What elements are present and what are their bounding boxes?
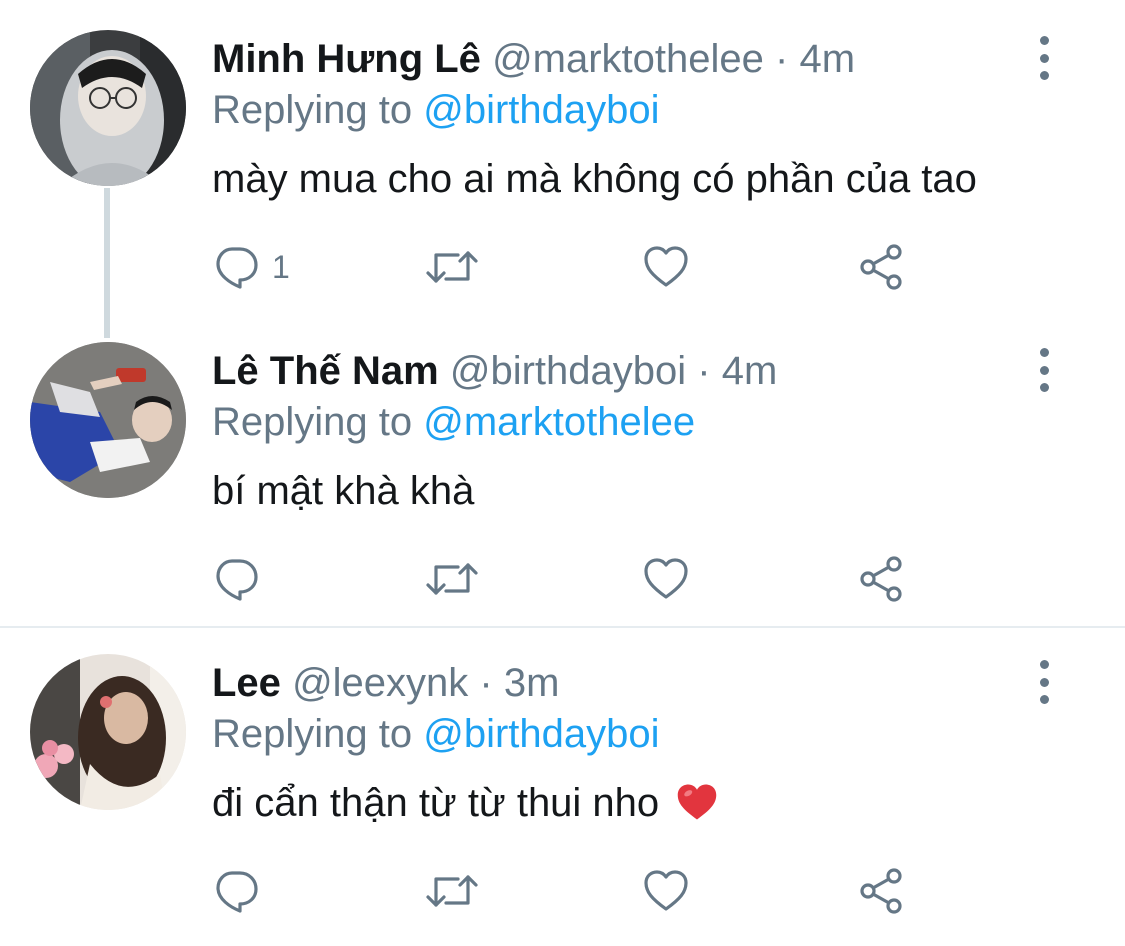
display-name[interactable]: Lê Thế Nam [212, 349, 439, 393]
reply-button[interactable] [212, 552, 260, 606]
user-handle[interactable]: @leexynk [292, 661, 468, 705]
replying-to-line: Replying to @marktothelee [212, 398, 695, 446]
reply-button[interactable] [212, 864, 260, 918]
like-button[interactable] [642, 240, 690, 294]
display-name[interactable]: Lee [212, 661, 281, 705]
action-bar: 1 [212, 240, 932, 294]
like-icon [644, 870, 688, 911]
tweet-text: bí mật khà khà [212, 469, 475, 513]
share-icon [860, 556, 902, 602]
tweet-header: Lee @leexynk · 3m [212, 658, 559, 708]
more-icon[interactable] [1026, 36, 1062, 80]
retweet-button[interactable] [424, 240, 480, 294]
reply-icon [216, 559, 258, 601]
avatar[interactable] [30, 654, 186, 810]
thread-line [104, 188, 110, 338]
action-bar [212, 552, 932, 606]
timestamp[interactable]: · 4m [775, 37, 855, 81]
red-heart-emoji [678, 784, 717, 820]
tweet-header: Minh Hưng Lê @marktothelee · 4m [212, 34, 855, 84]
mention-link[interactable]: @marktothelee [423, 400, 695, 444]
replying-to-line: Replying to @birthdayboi [212, 86, 660, 134]
replying-to-line: Replying to @birthdayboi [212, 710, 660, 758]
more-icon[interactable] [1026, 348, 1062, 392]
tweet-header: Lê Thế Nam @birthdayboi · 4m [212, 346, 777, 396]
retweet-icon [426, 875, 478, 907]
tweet-text: đi cẩn thận từ từ thui nho [212, 781, 660, 825]
retweet-button[interactable] [424, 552, 480, 606]
mention-link[interactable]: @birthdayboi [423, 712, 659, 756]
display-name[interactable]: Minh Hưng Lê [212, 37, 481, 81]
replying-to-label: Replying to [212, 400, 413, 444]
share-icon [860, 868, 902, 914]
reply-button[interactable]: 1 [212, 240, 290, 294]
retweet-icon [426, 563, 478, 595]
action-bar [212, 864, 932, 918]
replying-to-label: Replying to [212, 712, 413, 756]
share-button[interactable] [858, 240, 906, 294]
timestamp[interactable]: · 3m [479, 661, 559, 705]
reply-icon [216, 247, 258, 289]
like-button[interactable] [642, 864, 690, 918]
user-handle[interactable]: @birthdayboi [450, 349, 686, 393]
reply-count: 1 [272, 248, 290, 285]
timestamp[interactable]: · 4m [697, 349, 777, 393]
avatar[interactable] [30, 30, 186, 186]
retweet-button[interactable] [424, 864, 480, 918]
tweet-divider [0, 626, 1125, 628]
like-icon [644, 246, 688, 287]
user-handle[interactable]: @marktothelee [492, 37, 764, 81]
like-button[interactable] [642, 552, 690, 606]
share-button[interactable] [858, 864, 906, 918]
replying-to-label: Replying to [212, 88, 413, 132]
mention-link[interactable]: @birthdayboi [423, 88, 659, 132]
share-button[interactable] [858, 552, 906, 606]
reply-icon [216, 871, 258, 913]
tweet-text-line: đi cẩn thận từ từ thui nho [212, 778, 718, 828]
share-icon [860, 244, 902, 290]
tweet-text: mày mua cho ai mà không có phần của tao [212, 157, 977, 201]
avatar[interactable] [30, 342, 186, 498]
retweet-icon [426, 251, 478, 283]
like-icon [644, 558, 688, 599]
more-icon[interactable] [1026, 660, 1062, 704]
